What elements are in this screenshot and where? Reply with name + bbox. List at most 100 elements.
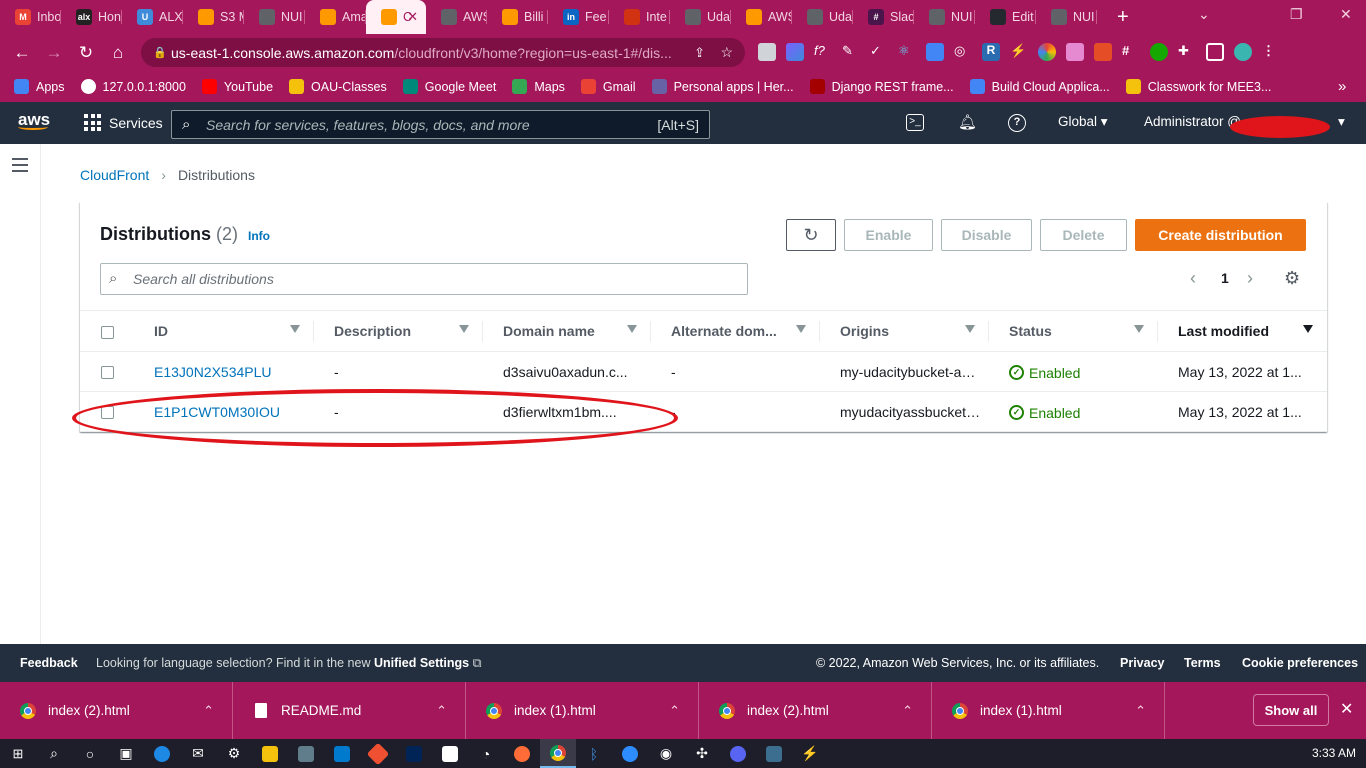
row-checkbox[interactable] [101,406,114,420]
table-row[interactable]: E13J0N2X534PLU - d3saivu0axadun.c... - m… [80,351,1327,392]
browser-tab[interactable]: AWS [731,0,792,34]
bolt-app-icon[interactable]: ⚡ [792,739,828,768]
bluetooth-icon[interactable]: ᛒ [576,739,612,768]
feedback-link[interactable]: Feedback [20,656,78,670]
settings-icon[interactable]: ⚙ [216,739,252,768]
distribution-id-link[interactable]: E13J0N2X534PLU [154,364,272,380]
account-menu[interactable]: Administrator @ [1144,114,1241,129]
browser-tab[interactable]: C ✕ [366,0,426,34]
table-row[interactable]: E1P1CWT0M30IOU - d3fierwltxm1bm.... - my… [80,391,1327,432]
browser-tab[interactable]: Uda [792,0,853,34]
back-icon[interactable]: ← [6,43,38,63]
share-icon[interactable]: ⇪ [694,45,705,61]
browser-tab[interactable]: NUI [244,0,305,34]
browser-tab[interactable]: Uda [670,0,731,34]
discord-icon[interactable] [720,739,756,768]
r-extension-icon[interactable]: R [982,43,1000,61]
chevron-up-icon[interactable]: ⌃ [1135,703,1146,719]
terms-link[interactable]: Terms [1184,656,1221,670]
store-icon[interactable] [288,739,324,768]
show-all-downloads-button[interactable]: Show all [1253,694,1329,726]
translate-extension-icon[interactable] [926,43,944,61]
star-icon[interactable]: ☆ [720,44,733,61]
info-link[interactable]: Info [248,229,270,243]
region-selector[interactable]: Global ▾ [1058,114,1108,130]
windows-start-icon[interactable]: ⊞ [0,739,36,768]
row-checkbox[interactable] [101,366,114,380]
browser-tab[interactable]: S3 M [183,0,244,34]
sidepanel-icon[interactable] [1206,43,1224,61]
terminal-icon[interactable] [396,739,432,768]
column-domain-name[interactable]: Domain name [483,310,651,352]
search-icon[interactable]: ⌕ [36,739,72,768]
taskbar-clock[interactable]: 3:33 AM [1312,746,1356,760]
browser-tab[interactable]: NUI [914,0,975,34]
bookmark-item[interactable]: Apps [14,79,65,94]
help-icon[interactable]: ? [1008,114,1026,132]
bell-icon[interactable]: 🔔︎ [958,113,977,131]
distribution-search-input[interactable]: ⌕ Search all distributions [100,263,748,295]
settings-gear-icon[interactable]: ⚙ [1284,268,1300,289]
cookie-preferences-link[interactable]: Cookie preferences [1242,656,1358,670]
browser-tab[interactable]: AWS [426,0,487,34]
column-description[interactable]: Description [314,310,483,352]
enable-button[interactable]: Enable [844,219,933,251]
aws-logo[interactable]: aws [18,110,50,130]
bookmark-item[interactable]: Personal apps | Her... [651,79,794,94]
bookmark-item[interactable]: Build Cloud Applica... [969,79,1110,94]
pen-extension-icon[interactable]: ✎ [842,43,860,61]
bookmark-item[interactable]: Django REST frame... [809,79,954,94]
react-devtools-icon[interactable]: ⚛ [898,43,916,61]
close-tab-icon[interactable]: ✕ [407,9,418,25]
account-caret-icon[interactable]: ▾ [1338,114,1345,130]
unified-settings-link[interactable]: Unified Settings [374,656,469,670]
distribution-id-link[interactable]: E1P1CWT0M30IOU [154,404,280,420]
chrome-icon[interactable] [540,739,576,768]
chevron-up-icon[interactable]: ⌃ [203,703,214,719]
cloudshell-icon[interactable]: >_ [906,114,924,131]
delete-button[interactable]: Delete [1040,219,1127,251]
puzzle-extensions-icon[interactable]: ✚ [1178,43,1196,61]
zoom-icon[interactable] [612,739,648,768]
download-item[interactable]: index (2).html ⌃ [0,682,233,739]
select-all-header[interactable] [80,310,154,352]
bookmark-item[interactable]: Google Meet [402,79,496,94]
browser-menu-icon[interactable]: ⋮ [1262,43,1280,61]
bookmark-item[interactable]: Maps [512,79,565,94]
bookmark-item[interactable]: YouTube [201,79,273,94]
grid-extension-icon[interactable] [786,43,804,61]
column-alternate-domain[interactable]: Alternate dom... [651,310,820,352]
slack-icon[interactable]: ✣ [684,739,720,768]
ie-app-icon[interactable] [432,739,468,768]
browser-tab[interactable]: alx Hon [61,0,122,34]
address-bar[interactable]: 🔒 us-east-1.console.aws.amazon.com/cloud… [141,38,745,67]
mail-extension-icon[interactable] [758,43,776,61]
upwork-extension-icon[interactable] [1150,43,1168,61]
bolt-extension-icon[interactable]: ⚡ [1010,43,1028,61]
restore-window-icon[interactable]: ❐ [1290,6,1303,23]
color-extension-icon[interactable] [1038,43,1056,61]
download-item[interactable]: index (1).html ⌃ [932,682,1165,739]
close-downloads-icon[interactable]: ✕ [1340,699,1353,719]
chevron-up-icon[interactable]: ⌃ [669,703,680,719]
browser-tab[interactable]: Edit [975,0,1036,34]
browser-tab[interactable]: M Inbo [0,0,61,34]
select-all-checkbox[interactable] [101,325,114,339]
formula-extension-icon[interactable]: f? [814,43,832,61]
browser-tab[interactable]: U ALX [122,0,183,34]
minimize-window-icon[interactable]: ⌄ [1198,6,1210,23]
column-status[interactable]: Status [989,310,1158,352]
target-extension-icon[interactable]: ◎ [954,43,972,61]
git-icon[interactable] [360,739,396,768]
vscode-icon[interactable] [324,739,360,768]
download-item[interactable]: README.md ⌃ [233,682,466,739]
chevron-up-icon[interactable]: ⌃ [902,703,913,719]
column-id[interactable]: ID [154,310,314,352]
download-item[interactable]: index (2).html ⌃ [699,682,932,739]
browser-tab[interactable]: Billi [487,0,548,34]
reload-icon[interactable]: ↻ [70,43,102,63]
close-window-icon[interactable]: ✕ [1340,6,1352,23]
sm-extension-icon[interactable] [1066,43,1084,61]
browser-tab[interactable]: Ama [305,0,366,34]
create-distribution-button[interactable]: Create distribution [1135,219,1306,251]
